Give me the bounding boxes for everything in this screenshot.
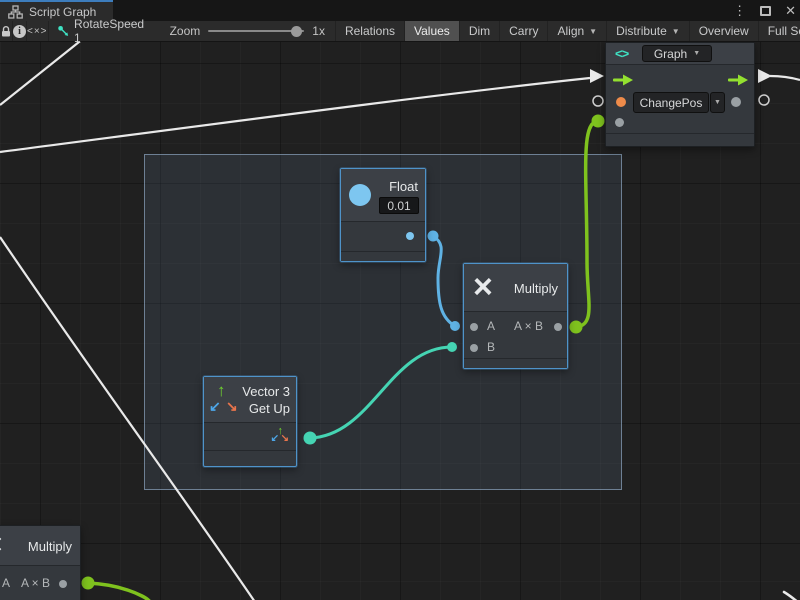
toolbar-button-carry[interactable]: Carry — [500, 21, 548, 41]
script-graph-window: <> Graph ▼ ChangePos ▼ — [0, 0, 800, 600]
flow-output-arrow-icon[interactable] — [728, 74, 748, 86]
variable-caret-button[interactable]: ▼ — [710, 92, 725, 113]
window-close-button[interactable]: ✕ — [785, 4, 796, 17]
zoom-value: 1x — [312, 24, 325, 38]
node-type-label: Vector 3 — [242, 384, 290, 399]
value-input-port[interactable] — [615, 118, 624, 127]
code-view-button[interactable]: <×> — [27, 21, 49, 41]
window-menu-button[interactable]: ⋮ — [733, 4, 746, 17]
zoom-slider-handle[interactable] — [291, 26, 302, 37]
node-title: Multiply — [28, 539, 72, 554]
input-port-a[interactable] — [470, 323, 478, 331]
port-label-axb: A × B — [21, 576, 50, 590]
node-title: Float — [389, 179, 418, 194]
zoom-slider-track — [208, 30, 304, 32]
button-label: Overview — [699, 24, 749, 38]
code-view-icon: <×> — [27, 26, 48, 37]
vector3-output-port-downright: ↘ — [281, 434, 289, 444]
port-label-a: A — [487, 319, 495, 333]
node-vector3-getup[interactable]: ↑ ↙ ↘ Vector 3 Get Up ↑ ↙ ↘ — [203, 376, 297, 467]
node-title: Multiply — [514, 281, 558, 296]
toolbar-button-fullscreen[interactable]: Full Screen — [759, 21, 800, 41]
variable-port[interactable] — [616, 97, 626, 107]
info-icon: i — [13, 25, 26, 38]
code-brackets-icon: <> — [615, 46, 628, 61]
vector3-downleft-arrow-icon: ↙ — [209, 399, 221, 413]
toolbar-button-distribute[interactable]: Distribute ▼ — [607, 21, 690, 41]
zoom-slider[interactable] — [208, 25, 304, 37]
port-label-axb: A × B — [514, 319, 543, 333]
toolbar-button-relations[interactable]: Relations — [336, 21, 405, 41]
float-circle-icon — [349, 184, 371, 206]
graph-dropdown[interactable]: Graph ▼ — [642, 45, 712, 62]
vector3-downright-arrow-icon: ↘ — [226, 399, 238, 413]
toolbar-button-values[interactable]: Values — [405, 21, 460, 41]
float-value-field[interactable]: 0.01 — [379, 197, 419, 214]
button-label: Distribute — [616, 24, 667, 38]
port-label-a: A — [2, 576, 10, 590]
info-button[interactable]: i — [13, 21, 27, 41]
graph-hierarchy-icon — [8, 5, 23, 19]
window-maximize-button[interactable] — [760, 6, 771, 16]
toolbar: i <×> RotateSpeed 1 Zoom 1x Relations Va… — [0, 21, 800, 42]
lock-icon — [0, 25, 12, 38]
chevron-down-icon: ▼ — [714, 99, 721, 106]
button-label: Relations — [345, 24, 395, 38]
graph-dropdown-label: Graph — [654, 47, 687, 61]
flow-input-arrow-icon[interactable] — [613, 74, 633, 86]
graph-reference-breadcrumb[interactable]: RotateSpeed 1 — [49, 21, 156, 41]
toolbar-button-dim[interactable]: Dim — [460, 21, 500, 41]
node-multiply-2[interactable]: × Multiply A A × B — [0, 525, 81, 600]
zoom-control: Zoom 1x — [156, 21, 336, 41]
float-value: 0.01 — [387, 199, 410, 213]
graph-reference-label: RotateSpeed 1 — [74, 17, 146, 45]
node-title: Get Up — [249, 401, 290, 416]
float-output-port[interactable] — [406, 232, 414, 240]
multiply-icon: × — [473, 270, 493, 304]
toolbar-button-overview[interactable]: Overview — [690, 21, 759, 41]
node-multiply[interactable]: × Multiply A A × B B — [463, 263, 568, 369]
button-label: Values — [414, 24, 450, 38]
vector3-up-arrow-icon: ↑ — [217, 382, 226, 399]
input-port-b[interactable] — [470, 344, 478, 352]
output-port-axb[interactable] — [554, 323, 562, 331]
chevron-down-icon: ▼ — [672, 27, 680, 36]
button-label: Full Screen — [768, 24, 800, 38]
zoom-label: Zoom — [170, 24, 201, 38]
node-graph-unit[interactable]: <> Graph ▼ ChangePos ▼ — [605, 42, 755, 147]
vector3-output-port-downleft: ↙ — [271, 434, 279, 444]
node-float[interactable]: Float 0.01 — [340, 168, 426, 262]
button-label: Dim — [469, 24, 490, 38]
lock-button[interactable] — [0, 21, 13, 41]
button-label: Carry — [509, 24, 538, 38]
value-output-port[interactable] — [731, 97, 741, 107]
port-label-b: B — [487, 340, 495, 354]
chevron-down-icon: ▼ — [693, 50, 700, 57]
multiply-icon: × — [0, 530, 3, 560]
script-asset-icon — [57, 24, 70, 38]
variable-name-label: ChangePos — [640, 96, 703, 110]
window-controls: ⋮ ✕ — [733, 0, 796, 21]
variable-name-dropdown[interactable]: ChangePos — [633, 92, 709, 113]
toolbar-button-align[interactable]: Align ▼ — [548, 21, 607, 41]
output-port-axb[interactable] — [59, 580, 67, 588]
button-label: Align — [557, 24, 584, 38]
chevron-down-icon: ▼ — [589, 27, 597, 36]
